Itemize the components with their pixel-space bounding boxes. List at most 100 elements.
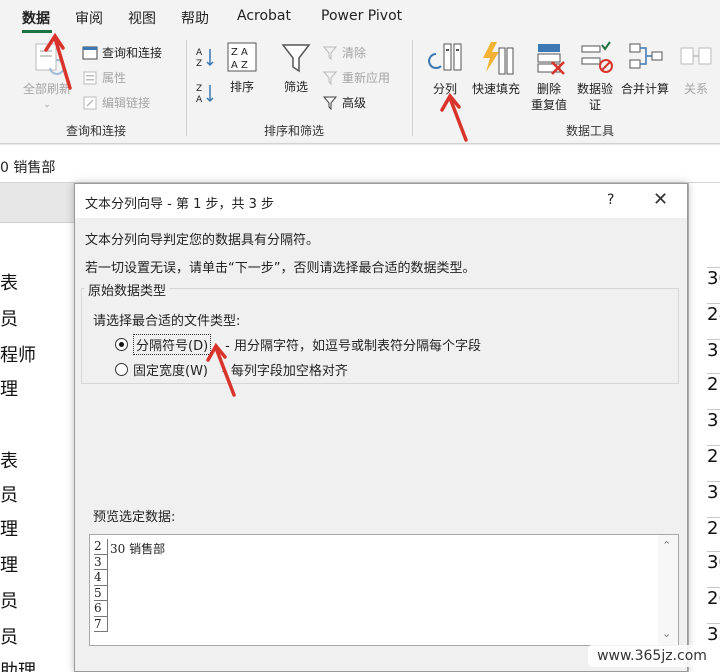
group-title: 原始数据类型: [85, 280, 170, 299]
sort-az-icon: AZ: [196, 48, 214, 68]
advanced-filter-button[interactable]: 高级: [322, 94, 366, 111]
svg-text:Z A: Z A: [231, 47, 248, 58]
remove-duplicates-button[interactable]: 删除 重复值: [526, 40, 572, 113]
consolidate-button[interactable]: 合并计算: [618, 40, 672, 97]
edit-links-button[interactable]: 编辑链接: [82, 94, 150, 111]
radio-button-checked[interactable]: [115, 338, 128, 351]
svg-text:A: A: [196, 95, 203, 104]
refresh-all-button[interactable]: 全部刷新 ⌄: [18, 40, 76, 113]
preview-row-number: 7: [94, 617, 107, 632]
cell[interactable]: 员: [0, 623, 18, 649]
data-validation-icon: [581, 41, 613, 73]
cell[interactable]: 3.: [707, 409, 720, 431]
cell[interactable]: 员: [0, 305, 18, 331]
reapply-button[interactable]: 重新应用: [322, 69, 390, 86]
cell[interactable]: 理: [0, 375, 18, 401]
radio-delimited-label[interactable]: 分隔符号(D): [133, 334, 212, 355]
dialog-title: 文本分列向导 - 第 1 步，共 3 步: [85, 197, 275, 212]
properties-icon: [83, 71, 97, 84]
cell[interactable]: 员: [0, 587, 18, 613]
dialog-intro-text: 文本分列向导判定您的数据具有分隔符。: [85, 233, 320, 248]
cell[interactable]: 助理: [0, 657, 36, 672]
radio-fixed-width[interactable]: 固定宽度(W) - 每列字段加空格对齐: [115, 360, 348, 379]
relationships-button[interactable]: 关系: [676, 40, 716, 97]
cell[interactable]: 理: [0, 515, 18, 541]
filter-funnel-icon: [281, 44, 311, 73]
radio-fixed-width-label[interactable]: 固定宽度(W): [133, 360, 208, 379]
ribbon-tab-bar: 数据 审阅 视图 帮助 Acrobat Power Pivot: [0, 0, 720, 34]
cell[interactable]: 2: [707, 373, 720, 395]
cell[interactable]: 2: [707, 445, 720, 467]
queries-connections-icon: [82, 46, 98, 59]
tab-acrobat[interactable]: Acrobat: [237, 8, 291, 24]
close-icon[interactable]: ✕: [653, 189, 668, 210]
cell[interactable]: 3: [707, 623, 720, 645]
dialog-instruction-text: 若一切设置无误，请单击“下一步”，否则请选择最合适的数据类型。: [85, 261, 476, 276]
help-button[interactable]: ?: [607, 192, 614, 208]
sort-button[interactable]: Z AA Z 排序: [222, 40, 262, 95]
formula-bar[interactable]: 0 销售部: [0, 145, 720, 183]
cell[interactable]: 27: [707, 517, 720, 539]
scroll-up-icon[interactable]: ⌃: [662, 539, 671, 552]
data-validation-button[interactable]: 数据验 证: [572, 40, 618, 113]
svg-text:Z: Z: [196, 59, 202, 68]
chevron-down-icon: ⌄: [43, 100, 51, 110]
reapply-icon: [322, 71, 338, 85]
cell[interactable]: 程师: [0, 341, 36, 367]
clear-filter-button[interactable]: 清除: [322, 44, 366, 61]
choose-file-type-label: 请选择最合适的文件类型:: [93, 314, 241, 329]
filter-button[interactable]: 筛选: [276, 40, 316, 95]
tab-power-pivot[interactable]: Power Pivot: [321, 8, 402, 24]
dialog-title-bar[interactable]: 文本分列向导 - 第 1 步，共 3 步: [75, 184, 687, 218]
relationships-icon: [680, 47, 712, 65]
column-header[interactable]: [0, 183, 74, 223]
radio-button[interactable]: [115, 363, 128, 376]
cell[interactable]: 30: [707, 267, 720, 289]
cell[interactable]: 3: [707, 339, 720, 361]
sheet-left-column[interactable]: 表 员 程师 理 表 员 理 理 员 员 助理: [0, 183, 74, 672]
cell[interactable]: 28: [707, 303, 720, 325]
watermark: www.365jz.com: [588, 645, 716, 667]
preview-row-number: 5: [94, 586, 107, 601]
preview-row-number: 4: [94, 570, 107, 586]
sort-dialog-icon: Z A A Z: [227, 42, 257, 72]
sort-ascending-button[interactable]: AZ: [194, 46, 216, 68]
queries-connections-button[interactable]: 查询和连接: [82, 44, 162, 61]
cell[interactable]: 员: [0, 481, 18, 507]
preview-row-number: 3: [94, 555, 107, 570]
tab-help[interactable]: 帮助: [181, 8, 209, 28]
sort-descending-button[interactable]: ZA: [194, 82, 216, 104]
tab-view[interactable]: 视图: [128, 8, 156, 28]
svg-text:Z: Z: [196, 84, 202, 94]
tab-review[interactable]: 审阅: [75, 8, 103, 28]
preview-label: 预览选定数据:: [93, 510, 176, 525]
sort-za-icon: ZA: [196, 84, 214, 104]
properties-button[interactable]: 属性: [82, 69, 126, 86]
preview-row-number: 2: [94, 539, 107, 555]
radio-delimited[interactable]: 分隔符号(D) - 用分隔字符，如逗号或制表符分隔每个字段: [115, 334, 481, 355]
sheet-right-column[interactable]: 30 28 3 2 3. 2 3. 27 30 26 3: [688, 183, 720, 672]
preview-first-line: 30 销售部: [110, 542, 166, 556]
cell[interactable]: 表: [0, 269, 18, 295]
text-to-columns-dialog: 文本分列向导 - 第 1 步，共 3 步 ? ✕ 文本分列向导判定您的数据具有分…: [74, 183, 688, 672]
cell[interactable]: 30: [707, 551, 720, 573]
preview-row-numbers: 2 3 4 5 6 7: [94, 539, 108, 632]
text-to-columns-button[interactable]: 分列: [424, 40, 466, 97]
cell[interactable]: 理: [0, 551, 18, 577]
radio-delimited-description: - 用分隔字符，如逗号或制表符分隔每个字段: [225, 339, 481, 354]
text-to-columns-icon: [428, 43, 462, 71]
scroll-down-icon[interactable]: ⌄: [662, 627, 671, 640]
flash-fill-button[interactable]: 快速填充: [468, 40, 524, 97]
group-divider: [412, 40, 413, 136]
cell[interactable]: 3.: [707, 481, 720, 503]
group-label-data-tools: 数据工具: [566, 124, 615, 138]
flash-fill-icon: [483, 42, 514, 75]
data-preview-box[interactable]: 2 3 4 5 6 7 30 销售部 ⌃ ⌄: [89, 534, 679, 646]
group-divider: [186, 40, 187, 136]
radio-fixed-width-description: - 每列字段加空格对齐: [222, 364, 348, 379]
cell[interactable]: 表: [0, 447, 18, 473]
cell[interactable]: 26: [707, 587, 720, 609]
preview-scrollbar[interactable]: ⌃ ⌄: [658, 535, 678, 645]
tab-data[interactable]: 数据: [22, 8, 50, 28]
consolidate-icon: [629, 43, 663, 69]
